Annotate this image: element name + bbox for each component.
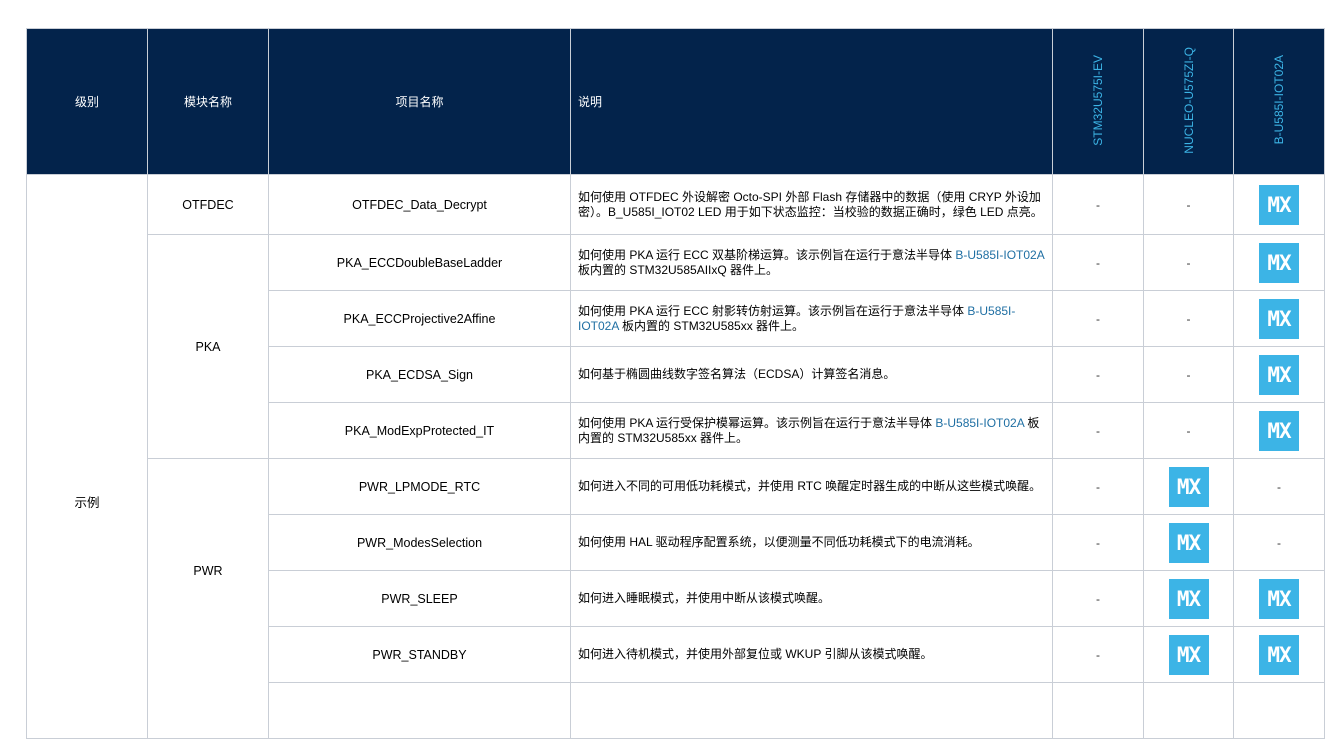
board3-cell: - [1233,514,1325,571]
module-cell: PKA [147,234,269,459]
module-cell: OTFDEC [147,174,269,235]
board-label: NUCLEO-U575ZI-Q [1181,46,1196,154]
board3-cell: - [1233,458,1325,515]
project-cell: PWR_LPMODE_RTC [268,458,571,515]
board2-cell: MX [1143,458,1234,515]
description-cell: 如何进入睡眠模式，并使用中断从该模式唤醒。 [570,570,1053,627]
board-label: B-U585I-IOT02A [1272,55,1286,145]
board2-cell: - [1143,290,1234,347]
board2-cell: - [1143,234,1234,291]
description-cell: 如何使用 HAL 驱动程序配置系统，以便测量不同低功耗模式下的电流消耗。 [570,514,1053,571]
description-cell: 如何使用 OTFDEC 外设解密 Octo-SPI 外部 Flash 存储器中的… [570,174,1053,235]
board2-cell: - [1143,174,1234,235]
board1-cell: - [1052,346,1144,403]
board3-cell: MX [1233,402,1325,459]
description-cell: 如何使用 PKA 运行 ECC 双基阶梯运算。该示例旨在运行于意法半导体 B-U… [570,234,1053,291]
description-cell: 如何进入不同的可用低功耗模式，并使用 RTC 唤醒定时器生成的中断从这些模式唤醒… [570,458,1053,515]
header-module: 模块名称 [147,28,269,175]
table-header-row: 级别 模块名称 项目名称 说明 STM32U575I-EV NUCLEO-U57… [26,28,1325,175]
project-cell: PKA_ECDSA_Sign [268,346,571,403]
stm32cubemx-icon: MX [1259,634,1299,675]
board3-cell: MX [1233,290,1325,347]
board2-cell: - [1143,402,1234,459]
project-cell: PWR_ModesSelection [268,514,571,571]
stm32cubemx-icon: MX [1259,184,1299,225]
description-cell [570,682,1053,739]
board1-cell: - [1052,570,1144,627]
board1-cell: - [1052,234,1144,291]
board-link[interactable]: B-U585I-IOT02A [955,248,1044,262]
stm32cubemx-icon: MX [1259,410,1299,451]
table-row: PWR PWR_LPMODE_RTC 如何进入不同的可用低功耗模式，并使用 RT… [27,458,1325,739]
board1-cell: - [1052,290,1144,347]
board1-cell: - [1052,174,1144,235]
board2-cell: MX [1143,626,1234,683]
table-row: 示例 OTFDEC OTFDEC_Data_Decrypt 如何使用 OTFDE… [26,174,1325,739]
stm32cubemx-icon: MX [1259,298,1299,339]
header-level: 级别 [26,28,148,175]
description-text: 板内置的 STM32U585AIIxQ 器件上。 [578,262,779,277]
stm32cubemx-icon: MX [1259,354,1299,395]
header-board-stm32u575i-ev: STM32U575I-EV [1052,28,1144,175]
board3-cell: MX [1233,174,1325,235]
board2-cell: - [1143,346,1234,403]
board1-cell: - [1052,626,1144,683]
board2-cell: MX [1143,570,1234,627]
header-board-b-u585i-iot02a: B-U585I-IOT02A [1233,28,1325,175]
description-cell: 如何基于椭圆曲线数字签名算法（ECDSA）计算签名消息。 [570,346,1053,403]
board2-cell [1143,682,1234,739]
description-text: 板内置的 STM32U585xx 器件上。 [618,318,805,333]
board3-cell: MX [1233,346,1325,403]
board1-cell: - [1052,458,1144,515]
board-link[interactable]: B-U585I-IOT02A [935,416,1024,430]
board3-cell [1233,682,1325,739]
level-label: 示例 [74,496,100,510]
board1-cell [1052,682,1144,739]
module-label: PWR [193,564,223,578]
project-cell: PKA_ModExpProtected_IT [268,402,571,459]
stm32cubemx-icon: MX [1168,634,1209,675]
stm32cubemx-icon: MX [1168,522,1209,563]
board3-cell: MX [1233,234,1325,291]
description-text: 如何使用 PKA 运行受保护模幂运算。该示例旨在运行于意法半导体 [578,415,936,430]
project-cell: PKA_ECCDoubleBaseLadder [268,234,571,291]
description-text: 如何使用 PKA 运行 ECC 射影转仿射运算。该示例旨在运行于意法半导体 [578,303,968,318]
board2-cell: MX [1143,514,1234,571]
project-cell: PWR_SLEEP [268,570,571,627]
stm32cubemx-icon: MX [1259,578,1299,619]
description-text: 如何使用 PKA 运行 ECC 双基阶梯运算。该示例旨在运行于意法半导体 [578,247,956,262]
header-description: 说明 [570,28,1053,175]
project-cell: PKA_ECCProjective2Affine [268,290,571,347]
project-cell: PWR_STANDBY [268,626,571,683]
examples-table: 级别 模块名称 项目名称 说明 STM32U575I-EV NUCLEO-U57… [26,28,1325,739]
level-cell: 示例 [26,174,148,739]
description-cell: 如何使用 PKA 运行受保护模幂运算。该示例旨在运行于意法半导体 B-U585I… [570,402,1053,459]
description-cell: 如何进入待机模式，并使用外部复位或 WKUP 引脚从该模式唤醒。 [570,626,1053,683]
stm32cubemx-icon: MX [1168,466,1209,507]
stm32cubemx-icon: MX [1168,578,1209,619]
description-cell: 如何使用 PKA 运行 ECC 射影转仿射运算。该示例旨在运行于意法半导体 B-… [570,290,1053,347]
module-cell: PWR [147,458,269,739]
board1-cell: - [1052,402,1144,459]
board1-cell: - [1052,514,1144,571]
table-row: PKA PKA_ECCDoubleBaseLadder 如何使用 PKA 运行 … [27,234,1325,459]
board-label: STM32U575I-EV [1091,54,1105,146]
header-board-nucleo-u575zi-q: NUCLEO-U575ZI-Q [1143,28,1234,175]
header-project: 项目名称 [268,28,571,175]
board3-cell: MX [1233,626,1325,683]
project-cell: OTFDEC_Data_Decrypt [268,174,571,235]
stm32cubemx-icon: MX [1259,242,1299,283]
project-cell [268,682,571,739]
board3-cell: MX [1233,570,1325,627]
